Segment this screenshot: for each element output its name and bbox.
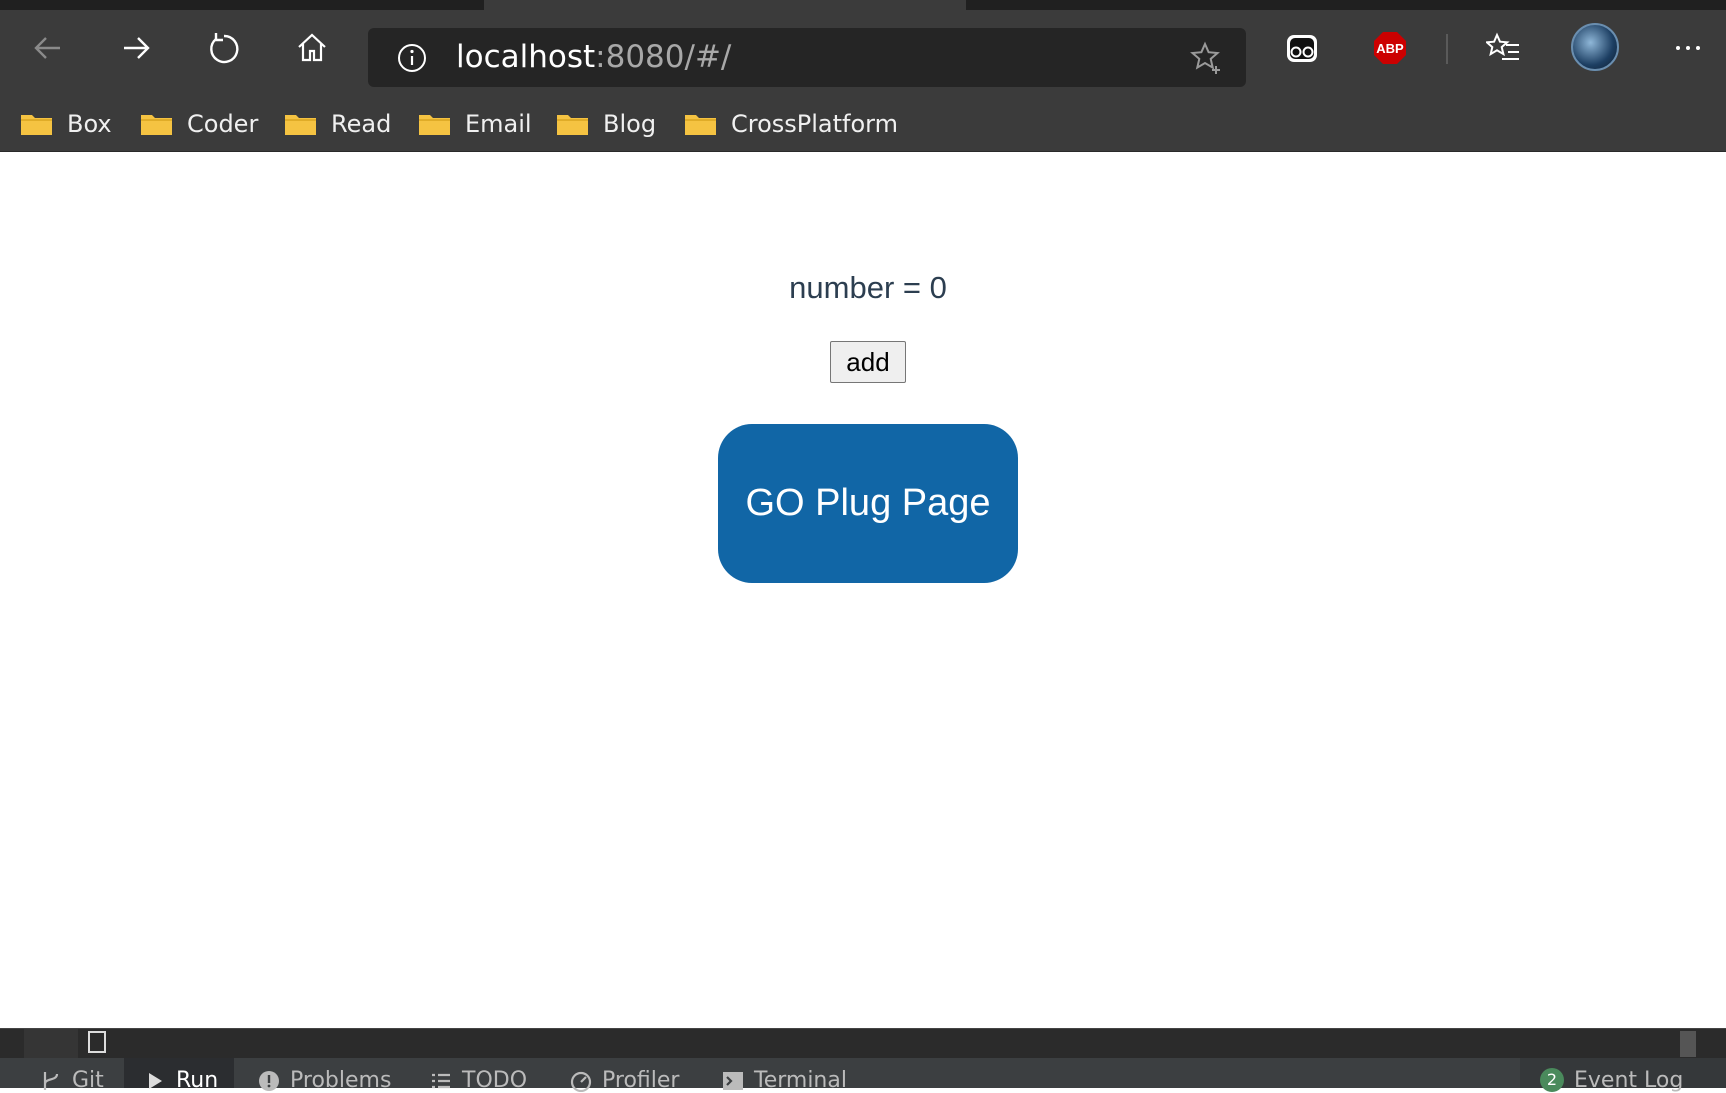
ide-tab-problems[interactable]: Problems (258, 1058, 391, 1093)
ellipsis-icon (1676, 46, 1700, 50)
back-button[interactable] (18, 18, 78, 78)
ide-tab-git[interactable]: Git (40, 1058, 104, 1093)
bookmark-label: Email (465, 110, 532, 138)
url-text[interactable]: localhost:8080/#/ (456, 28, 731, 87)
problems-alert-icon (259, 1071, 279, 1091)
adblock-icon: ABP (1374, 32, 1406, 64)
ide-tab-label: Run (176, 1068, 219, 1093)
url-path: :8080/#/ (595, 39, 732, 75)
bookmark-read[interactable]: Read (284, 97, 391, 151)
home-icon (298, 33, 326, 62)
ide-tab-profiler[interactable]: Profiler (570, 1058, 679, 1093)
scroll-thumb-right[interactable] (1680, 1031, 1696, 1057)
bookmarks-bar: Box Coder Read Email Blog CrossPlatform (0, 97, 1726, 152)
ide-tab-label: Terminal (754, 1068, 847, 1093)
scroll-thumb-left[interactable] (24, 1029, 78, 1059)
folder-icon (557, 115, 588, 135)
ide-tab-todo[interactable]: TODO (430, 1058, 527, 1093)
number-display: number = 0 (789, 270, 947, 305)
profile-avatar[interactable] (1571, 23, 1619, 71)
glasses-extension-icon (1287, 35, 1317, 62)
ide-tab-event-log[interactable]: 2 Event Log (1520, 1058, 1726, 1093)
git-branch-icon (43, 1072, 59, 1090)
toolbar-divider (1446, 34, 1448, 64)
ide-tool-window-bar: Git Run Problems TODO Profiler Terminal … (0, 1058, 1726, 1093)
info-icon[interactable] (396, 42, 428, 74)
terminal-icon (723, 1072, 743, 1090)
add-button[interactable]: add (830, 341, 906, 383)
folder-icon (21, 115, 52, 135)
ide-tab-run[interactable]: Run (124, 1058, 234, 1093)
forward-arrow-icon (124, 37, 150, 59)
bookmark-label: CrossPlatform (731, 110, 899, 138)
bookmark-label: Coder (187, 110, 259, 138)
bookmark-label: Box (67, 110, 112, 138)
browser-toolbar: localhost:8080/#/ ABP (0, 10, 1726, 97)
folder-icon (285, 115, 316, 135)
folder-icon (685, 115, 716, 135)
run-play-icon (149, 1073, 162, 1089)
go-plug-page-button[interactable]: GO Plug Page (718, 424, 1018, 583)
refresh-icon (210, 33, 239, 64)
adblock-button[interactable]: ABP (1360, 18, 1420, 78)
tab-strip (0, 0, 1726, 10)
forward-button[interactable] (106, 18, 166, 78)
active-tab[interactable] (484, 0, 966, 10)
favorites-list-icon (1486, 32, 1519, 60)
folder-icon (141, 115, 172, 135)
ide-tab-label: Event Log (1574, 1068, 1684, 1093)
event-log-count-badge: 2 (1540, 1068, 1564, 1092)
bookmark-coder[interactable]: Coder (140, 97, 258, 151)
bookmark-crossplatform[interactable]: CrossPlatform (684, 97, 898, 151)
ide-tab-terminal[interactable]: Terminal (722, 1058, 847, 1093)
add-favorite-star-icon[interactable] (1188, 40, 1224, 76)
folder-icon (419, 115, 450, 135)
home-button[interactable] (282, 18, 342, 78)
address-bar[interactable]: localhost:8080/#/ (368, 28, 1246, 87)
refresh-button[interactable] (194, 18, 254, 78)
ide-tab-label: Git (72, 1068, 104, 1093)
ide-horizontal-scrollbar[interactable] (0, 1028, 1726, 1059)
adblock-label: ABP (1376, 41, 1404, 56)
bookmark-label: Read (331, 110, 392, 138)
ide-tab-label: Profiler (602, 1068, 680, 1093)
profiler-gauge-icon (570, 1071, 592, 1092)
bookmark-blog[interactable]: Blog (556, 97, 656, 151)
reader-extension-button[interactable] (1272, 18, 1332, 78)
bookmark-email[interactable]: Email (418, 97, 532, 151)
favorites-button[interactable] (1474, 18, 1534, 78)
bookmark-label: Blog (603, 110, 657, 138)
cursor-box-icon (88, 1031, 106, 1053)
url-host: localhost (456, 39, 596, 75)
bookmark-box[interactable]: Box (20, 97, 112, 151)
todo-list-icon (432, 1073, 450, 1089)
back-arrow-icon (34, 37, 60, 59)
ide-tab-label: TODO (462, 1068, 528, 1093)
more-options-button[interactable] (1658, 18, 1718, 78)
ide-tab-label: Problems (290, 1068, 392, 1093)
